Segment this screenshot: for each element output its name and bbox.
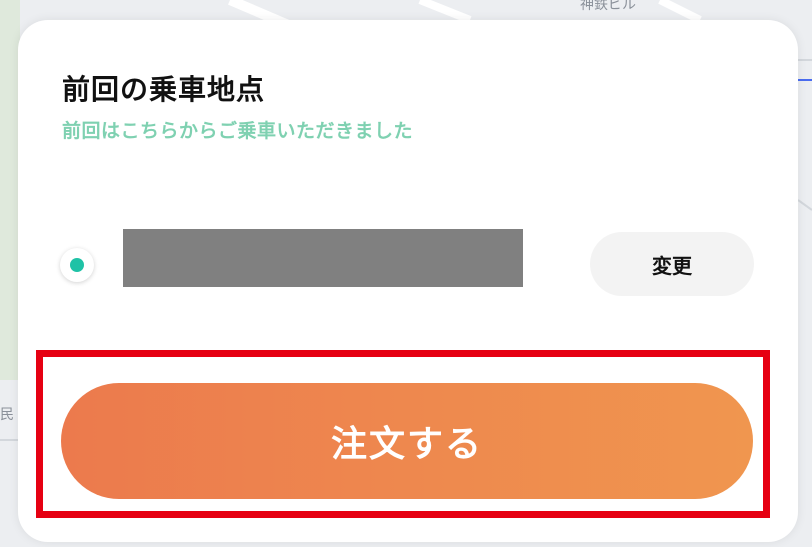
change-pickup-button[interactable]: 変更 <box>590 232 754 296</box>
map-label-building: 神鉄ビル <box>580 0 636 13</box>
location-dot-icon <box>70 258 84 272</box>
order-button[interactable]: 注文する <box>61 383 753 499</box>
card-title: 前回の乗車地点 <box>62 73 266 106</box>
card-subtitle: 前回はこちらからご乗車いただきました <box>62 120 414 142</box>
location-pin-icon <box>60 248 94 282</box>
pickup-address-redacted <box>123 229 523 287</box>
map-label-district: 民 <box>0 407 14 423</box>
